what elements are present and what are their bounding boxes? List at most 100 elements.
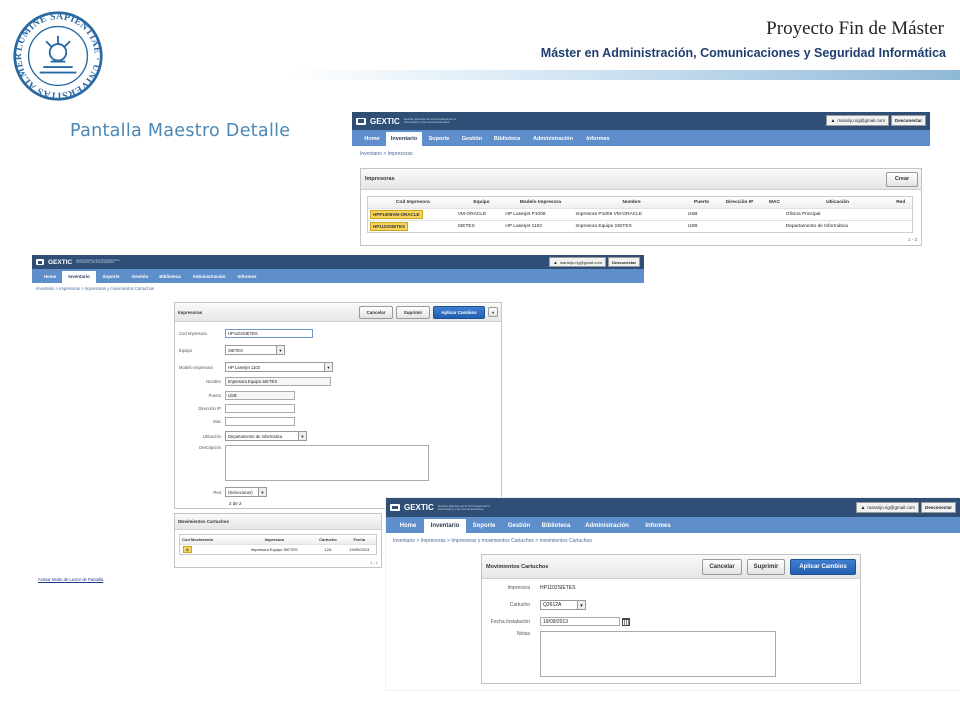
row-cod-impresora: Cod Impresora HP1102SIETES	[175, 329, 313, 338]
tab-gestion[interactable]: Gestión	[456, 132, 488, 146]
tab-inventario[interactable]: Inventario	[424, 519, 466, 533]
screen-impresoras-list: GEXTIC Gestión Express de la Tecnología …	[352, 112, 930, 248]
puerto-input[interactable]: USB	[225, 391, 295, 400]
tab-gestion[interactable]: Gestión	[126, 271, 154, 283]
ubicacion-select[interactable]: Departamento de Informática ▼	[225, 431, 307, 441]
col-cod-impresora[interactable]: Cod Impresora	[368, 197, 458, 208]
row-nombre: Nombre Impresora Equipo SIETES	[175, 377, 331, 386]
row-fecha: Fecha Instalación 19/09/2013	[482, 617, 630, 626]
screen-reader-link[interactable]: Activar Modo de Lector de Pantalla	[38, 577, 103, 582]
notas-textarea[interactable]	[540, 631, 776, 677]
app-logo: GEXTIC Gestión Express de la Tecnología …	[36, 259, 126, 266]
gextic-logo-icon	[390, 504, 400, 511]
tab-soporte[interactable]: Soporte	[422, 132, 456, 146]
main-nav: Home Inventario Soporte Gestión Bibliote…	[352, 130, 930, 146]
user-email[interactable]: ▲ mararijo.rig@gmail.com	[856, 502, 919, 513]
calendar-icon[interactable]	[622, 617, 630, 626]
mac-input[interactable]	[225, 417, 295, 426]
row-link[interactable]: A	[183, 545, 192, 553]
col-ubicacion[interactable]: Ubicación	[785, 197, 890, 208]
pager: 1 - 2	[907, 237, 917, 242]
user-box: ▲ mararijo.rig@gmail.com Desconectar	[856, 502, 956, 513]
tab-informes[interactable]: Informes	[580, 132, 616, 146]
tab-home[interactable]: Home	[358, 132, 386, 146]
row-descripcion: Descripción	[175, 445, 429, 481]
cartucho-select[interactable]: Q2612A ▼	[540, 600, 586, 610]
impresora-edit-panel: Impresoras Cancelar Suprimir Aplicar Cam…	[174, 302, 502, 509]
tab-biblioteca[interactable]: Biblioteca	[488, 132, 526, 146]
tab-administracion[interactable]: Administración	[526, 132, 580, 146]
tab-home[interactable]: Home	[392, 519, 424, 533]
tab-informes[interactable]: Informes	[232, 271, 262, 283]
tab-soporte[interactable]: Soporte	[96, 271, 126, 283]
movimientos-table: Cod Movimiento Impresora Cartucho Fecha …	[180, 535, 376, 554]
row-link[interactable]: HP1102SIETES	[370, 221, 409, 231]
cell-modelo: HP Laserjet 1102	[505, 223, 542, 229]
breadcrumb[interactable]: Inventario > Impresoras > Impresoras y m…	[32, 283, 644, 294]
descripcion-textarea[interactable]	[225, 445, 429, 481]
cod-impresora-input[interactable]: HP1102SIETES	[225, 329, 313, 338]
equipo-select[interactable]: SIETES ▼	[225, 345, 285, 355]
row-link[interactable]: HPP1006VM-ORACLE	[370, 209, 423, 219]
cod-impresora-label: Cod Impresora	[179, 331, 207, 336]
tab-administracion[interactable]: Administración	[186, 271, 232, 283]
breadcrumb[interactable]: Inventario > Impresoras > Impresoras y m…	[386, 533, 960, 549]
col-cod-movimiento[interactable]: Cod Movimiento	[180, 535, 236, 544]
tab-inventario[interactable]: Inventario	[62, 271, 96, 283]
logout-button[interactable]: Desconectar	[890, 115, 926, 126]
logout-button[interactable]: Desconectar	[920, 502, 956, 513]
create-button[interactable]: Crear	[886, 171, 918, 187]
col-modelo[interactable]: Modelo Impresora	[505, 197, 576, 208]
movimientos-cartuchos-panel: Movimientos Cartuchos Cod Movimiento Imp…	[174, 513, 382, 568]
col-nombre[interactable]: Nombre	[575, 197, 688, 208]
col-mac[interactable]: MAC	[763, 197, 786, 208]
user-email[interactable]: ▲ mararijo.rig@gmail.com	[549, 257, 606, 267]
tab-soporte[interactable]: Soporte	[466, 519, 502, 533]
delete-button[interactable]: Suprimir	[747, 558, 785, 575]
col-ip[interactable]: Dirección IP	[715, 197, 764, 208]
red-select[interactable]: (Seleccionar) ▼	[225, 487, 267, 497]
apply-changes-button[interactable]: Aplicar Cambios	[790, 558, 856, 575]
panel-menu-button[interactable]: ▾	[488, 307, 498, 317]
ip-input[interactable]	[225, 404, 295, 413]
modelo-select[interactable]: HP Laserjet 1102 ▼	[225, 362, 333, 372]
table-row[interactable]: HPP1006VM-ORACLE VM-ORACLE HP Laserjet P…	[368, 208, 912, 220]
cancel-button[interactable]: Cancelar	[702, 558, 742, 575]
impresora-label: Impresora	[507, 585, 530, 591]
gextic-logo-icon	[36, 259, 44, 265]
col-puerto[interactable]: Puerto	[687, 197, 716, 208]
panel-title: Movimientos Cartuchos	[486, 563, 549, 570]
cancel-button[interactable]: Cancelar	[359, 305, 393, 319]
cell-ip	[716, 220, 764, 232]
row-equipo: Equipo SIETES ▼	[175, 345, 285, 355]
tab-inventario[interactable]: Inventario	[386, 132, 422, 146]
screen-movimientos-form: GEXTIC Gestión Express de la Tecnología …	[386, 498, 960, 690]
cell-fecha: 19/09/2013	[349, 546, 370, 552]
cell-mac	[763, 208, 785, 220]
slide-title: Proyecto Fin de Máster	[766, 18, 944, 39]
tab-biblioteca[interactable]: Biblioteca	[536, 519, 576, 533]
user-email[interactable]: ▲ mararijo.rig@gmail.com	[826, 115, 889, 126]
cell-mac	[763, 220, 785, 232]
col-impresora[interactable]: Impresora	[235, 535, 314, 544]
detail-pager: 1 - 1	[369, 560, 378, 565]
delete-button[interactable]: Suprimir	[396, 305, 430, 319]
col-cartucho[interactable]: Cartucho	[313, 535, 343, 544]
breadcrumb[interactable]: Inventario > Impresoras	[352, 146, 930, 162]
cell-equipo: SIETES	[457, 223, 475, 229]
col-equipo[interactable]: Equipo	[457, 197, 506, 208]
fecha-input[interactable]: 19/09/2013	[540, 617, 620, 626]
nombre-input[interactable]: Impresora Equipo SIETES	[225, 377, 331, 386]
col-red[interactable]: Red	[889, 197, 912, 208]
tab-informes[interactable]: Informes	[638, 519, 678, 533]
table-row[interactable]: HP1102SIETES SIETES HP Laserjet 1102 Imp…	[368, 220, 912, 232]
tab-biblioteca[interactable]: Biblioteca	[154, 271, 186, 283]
tab-administracion[interactable]: Administración	[576, 519, 638, 533]
tab-gestion[interactable]: Gestión	[502, 519, 536, 533]
table-row[interactable]: A Impresora Equipo SIETES 12A 19/09/2013	[180, 544, 376, 554]
col-fecha[interactable]: Fecha	[342, 535, 376, 544]
logout-button[interactable]: Desconectar	[607, 257, 640, 267]
tab-home[interactable]: Home	[38, 271, 62, 283]
apply-changes-button[interactable]: Aplicar Cambios	[433, 305, 485, 319]
row-modelo: Modelo Impresora HP Laserjet 1102 ▼	[175, 362, 333, 372]
